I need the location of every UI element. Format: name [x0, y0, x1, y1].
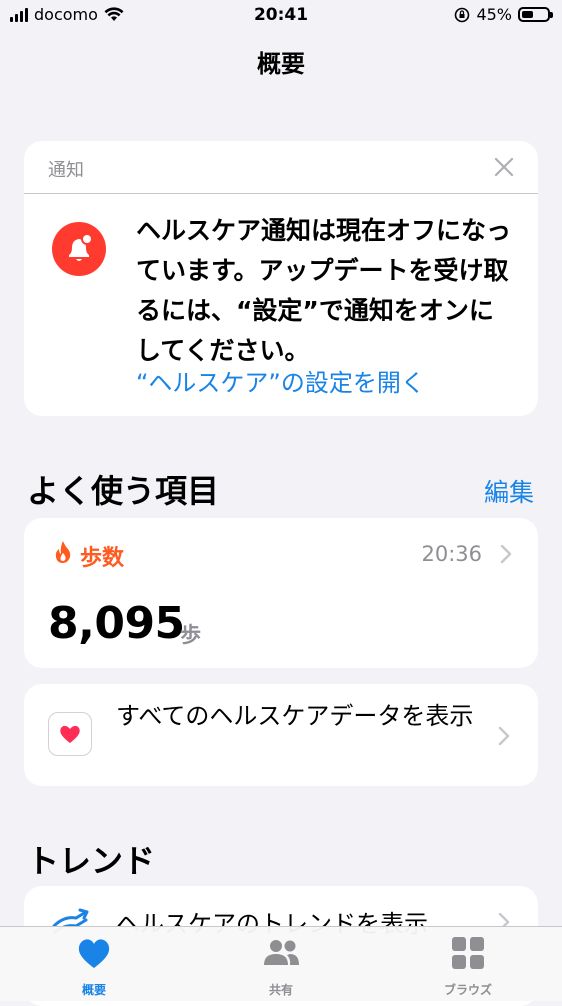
tab-bar: 概要 共有 ブラウズ: [0, 926, 562, 1001]
show-all-health-data-label: すべてのヘルスケアデータを表示: [116, 702, 474, 730]
tab-summary[interactable]: 概要: [34, 927, 154, 1001]
people-icon: [264, 940, 299, 965]
flame-icon: [55, 541, 71, 563]
steps-card[interactable]: 歩数 20:36 8,095 歩: [24, 518, 538, 668]
tab-sharing[interactable]: 共有: [221, 927, 341, 1001]
battery-icon: [518, 7, 553, 22]
health-app-icon: [48, 712, 92, 756]
steps-label: 歩数: [80, 546, 125, 571]
orientation-lock-icon: [455, 7, 470, 22]
edit-button[interactable]: 編集: [484, 473, 534, 509]
steps-unit: 歩: [180, 623, 201, 647]
bell-icon: [52, 222, 106, 276]
status-bar: docomo 20:41 45%: [0, 0, 562, 32]
chevron-right-icon: [500, 544, 512, 564]
tab-summary-label: 概要: [81, 983, 106, 997]
notification-header: 通知: [24, 141, 538, 194]
steps-timestamp: 20:36: [421, 542, 482, 566]
battery-percent: 45%: [476, 5, 512, 24]
steps-value: 8,095: [48, 598, 185, 649]
tab-sharing-label: 共有: [268, 983, 293, 997]
tab-browse-label: ブラウズ: [443, 983, 492, 997]
chevron-right-icon: [498, 726, 510, 746]
notification-card: 通知 ヘルスケア通知は現在オフになっています。アップデートを受け取るには、“設定…: [24, 141, 538, 416]
page-title: 概要: [257, 50, 305, 78]
trends-title: トレンド: [27, 842, 156, 880]
notification-header-label: 通知: [48, 160, 84, 181]
tab-browse[interactable]: ブラウズ: [408, 927, 528, 1001]
grid-icon: [452, 937, 484, 969]
close-icon[interactable]: [492, 155, 516, 179]
notification-message: ヘルスケア通知は現在オフになっています。アップデートを受け取るには、“設定”で通…: [136, 216, 512, 365]
heart-icon: [78, 939, 110, 968]
show-all-health-data-button[interactable]: すべてのヘルスケアデータを表示: [24, 684, 538, 786]
favorites-title: よく使う項目: [27, 472, 220, 510]
open-health-settings-link[interactable]: “ヘルスケア”の設定を開く: [136, 363, 425, 398]
